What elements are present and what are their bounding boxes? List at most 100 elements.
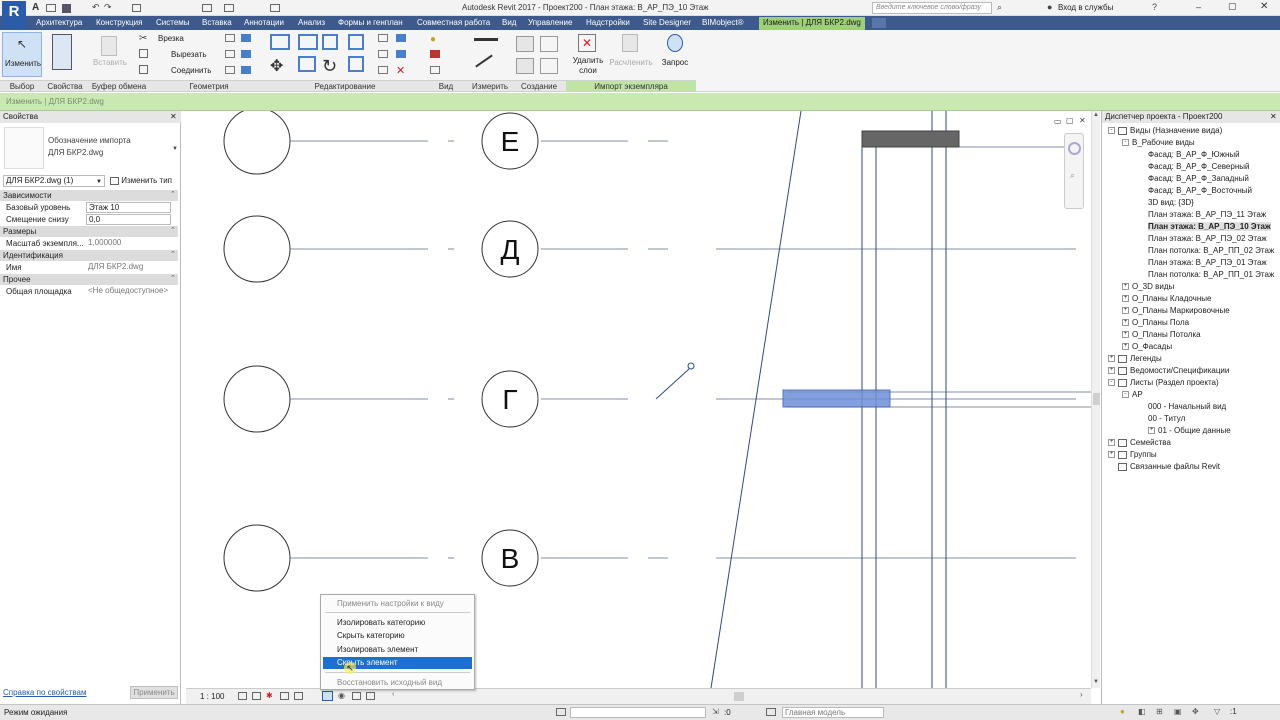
vertical-scrollbar[interactable]: ▲ ▼ bbox=[1091, 111, 1100, 688]
collapse-icon[interactable]: ⌃ bbox=[170, 274, 176, 282]
worksets-icon[interactable] bbox=[556, 708, 566, 716]
expand-icon[interactable]: + bbox=[1122, 283, 1129, 291]
measure-icon[interactable] bbox=[202, 4, 212, 12]
apply-button[interactable]: Применить bbox=[130, 686, 178, 699]
analytical-icon[interactable] bbox=[352, 692, 361, 700]
view-tools[interactable]: ● bbox=[428, 34, 452, 78]
grid-bubble-left-1[interactable] bbox=[223, 111, 291, 175]
search-icon[interactable]: ⌕ bbox=[997, 2, 1002, 13]
browser-item[interactable]: План этажа: В_АР_ПЭ_02 Этаж bbox=[1148, 233, 1267, 245]
sun-path-icon[interactable]: ✱ bbox=[266, 691, 273, 700]
crop-icon[interactable] bbox=[294, 692, 303, 700]
zoom-icon[interactable]: ⌕ bbox=[1070, 170, 1075, 181]
collapse-icon[interactable]: - bbox=[1108, 379, 1115, 387]
filter-selection-icon[interactable]: ▽ bbox=[1214, 707, 1220, 716]
browser-item[interactable]: План этажа: В_АР_ПЭ_01 Этаж bbox=[1148, 257, 1267, 269]
view-control-minimize[interactable]: ▭ bbox=[1054, 117, 1062, 126]
browser-item[interactable]: - В_Рабочие виды bbox=[1122, 137, 1195, 149]
browser-item[interactable]: План этажа: В_АР_ПЭ_10 Этаж bbox=[1148, 221, 1271, 233]
window-switch-icon[interactable] bbox=[270, 4, 280, 12]
wall-block-top[interactable] bbox=[861, 130, 960, 148]
delete-layers-button[interactable]: ✕ Удалить слои bbox=[570, 34, 606, 78]
browser-item[interactable]: План потолка: В_АР_ПП_02 Этаж bbox=[1148, 245, 1274, 257]
section-head[interactable] bbox=[687, 362, 695, 370]
reveal-icon[interactable]: ◉ bbox=[338, 691, 345, 700]
context-menu-item[interactable]: Восстановить исходный вид bbox=[323, 677, 472, 689]
expand-icon[interactable]: + bbox=[1108, 451, 1115, 459]
browser-item[interactable]: + О_3D виды bbox=[1122, 281, 1174, 293]
expand-icon[interactable]: + bbox=[1108, 439, 1115, 447]
section-line[interactable] bbox=[655, 368, 690, 400]
expand-icon[interactable]: + bbox=[1122, 295, 1129, 303]
browser-item[interactable]: Фасад: В_АР_Ф_Северный bbox=[1148, 161, 1249, 173]
close-icon[interactable]: ✕ bbox=[1260, 1, 1268, 12]
type-selector[interactable]: Обозначение импорта ДЛЯ БКР2.dwg ▼ bbox=[48, 135, 178, 165]
tab-1[interactable]: Конструкция bbox=[96, 17, 142, 30]
browser-item[interactable]: + О_Планы Пола bbox=[1122, 317, 1189, 329]
property-value[interactable]: Этаж 10 bbox=[86, 202, 171, 213]
browser-item[interactable]: + Группы bbox=[1108, 449, 1157, 461]
paste-button[interactable]: Вставить bbox=[92, 34, 128, 74]
tab-12[interactable]: BIMobject® bbox=[702, 17, 743, 30]
panel-visibility-toggle[interactable] bbox=[872, 18, 886, 28]
shadows-icon[interactable] bbox=[280, 692, 289, 700]
tab-8[interactable]: Вид bbox=[502, 17, 516, 30]
browser-item[interactable]: + Семейства bbox=[1108, 437, 1171, 449]
properties-help-link[interactable]: Справка по свойствам bbox=[3, 688, 86, 697]
expand-icon[interactable]: + bbox=[1122, 319, 1129, 327]
browser-item[interactable]: + О_Планы Кладочные bbox=[1122, 293, 1211, 305]
copy-icon[interactable] bbox=[139, 49, 148, 58]
join-button[interactable]: Соединить bbox=[171, 66, 211, 75]
context-menu-item[interactable]: Применить настройки к виду bbox=[323, 598, 472, 610]
geometry-tools[interactable] bbox=[225, 34, 255, 76]
query-button[interactable]: Запрос bbox=[658, 34, 692, 78]
quick-access-toolbar[interactable]: A ↶ ↷ bbox=[32, 2, 302, 13]
collapse-icon[interactable]: - bbox=[1122, 139, 1129, 147]
tab-7[interactable]: Совместная работа bbox=[417, 17, 490, 30]
scroll-down-icon[interactable]: ▼ bbox=[1093, 679, 1099, 685]
expand-icon[interactable]: + bbox=[1148, 427, 1155, 435]
tab-5[interactable]: Анализ bbox=[298, 17, 325, 30]
open-icon[interactable] bbox=[46, 4, 56, 12]
panel-select[interactable]: Выбор bbox=[0, 80, 44, 91]
property-section[interactable]: Идентификация bbox=[0, 250, 178, 261]
save-icon[interactable] bbox=[62, 4, 71, 13]
grid-bubble-left-4[interactable] bbox=[223, 524, 291, 592]
tab-13[interactable]: Изменить | ДЛЯ БКР2.dwg bbox=[759, 17, 865, 30]
view-control-icons[interactable]: ✱ ◉ ‹ bbox=[236, 691, 396, 702]
tab-6[interactable]: Формы и генплан bbox=[338, 17, 403, 30]
property-section[interactable]: Прочее bbox=[0, 274, 178, 285]
context-menu-item[interactable]: Скрыть категорию bbox=[323, 630, 472, 642]
tab-3[interactable]: Вставка bbox=[202, 17, 232, 30]
help-icon[interactable]: ? bbox=[1152, 2, 1157, 12]
browser-item[interactable]: - АР bbox=[1122, 389, 1143, 401]
selection-links-icon[interactable]: ● bbox=[1120, 707, 1125, 716]
expand-icon[interactable]: + bbox=[1108, 355, 1115, 363]
browser-item[interactable]: + О_Планы Потолка bbox=[1122, 329, 1201, 341]
sign-in-link[interactable]: Вход в службы bbox=[1058, 3, 1113, 12]
close-icon[interactable]: ✕ bbox=[170, 111, 177, 123]
view-close-icon[interactable]: ✕ bbox=[1079, 116, 1086, 125]
steering-wheel-icon[interactable] bbox=[1068, 142, 1081, 155]
tab-2[interactable]: Системы bbox=[156, 17, 190, 30]
browser-item[interactable]: 00 - Титул bbox=[1148, 413, 1185, 425]
cut2-button[interactable]: Вырезать bbox=[171, 50, 207, 59]
browser-item[interactable]: 3D вид: {3D} bbox=[1148, 197, 1194, 209]
collapse-icon[interactable]: ⌃ bbox=[170, 190, 176, 198]
selection-pinned-icon[interactable]: ⊞ bbox=[1156, 707, 1163, 716]
tab-9[interactable]: Управление bbox=[528, 17, 572, 30]
wall-block-selected[interactable] bbox=[782, 389, 891, 408]
collapse-icon[interactable]: ⌃ bbox=[170, 250, 176, 258]
property-value[interactable]: ДЛЯ БКР2.dwg bbox=[86, 262, 171, 273]
browser-item[interactable]: - Виды (Назначение вида) bbox=[1108, 125, 1222, 137]
modify-button[interactable]: ↖ Изменить bbox=[2, 32, 42, 77]
create-tools[interactable] bbox=[514, 34, 564, 78]
context-menu-item[interactable]: Изолировать категорию bbox=[323, 617, 472, 629]
navigation-bar[interactable]: ⌕ bbox=[1064, 133, 1084, 209]
browser-item[interactable]: План этажа: В_АР_ПЭ_11 Этаж bbox=[1148, 209, 1266, 221]
chevron-down-icon[interactable]: ▼ bbox=[172, 143, 178, 155]
browser-item[interactable]: + Легенды bbox=[1108, 353, 1162, 365]
select-by-face-icon[interactable]: ▣ bbox=[1174, 707, 1182, 716]
print-icon[interactable] bbox=[132, 4, 141, 12]
search-box[interactable]: Введите ключевое слово/фразу bbox=[872, 2, 992, 14]
